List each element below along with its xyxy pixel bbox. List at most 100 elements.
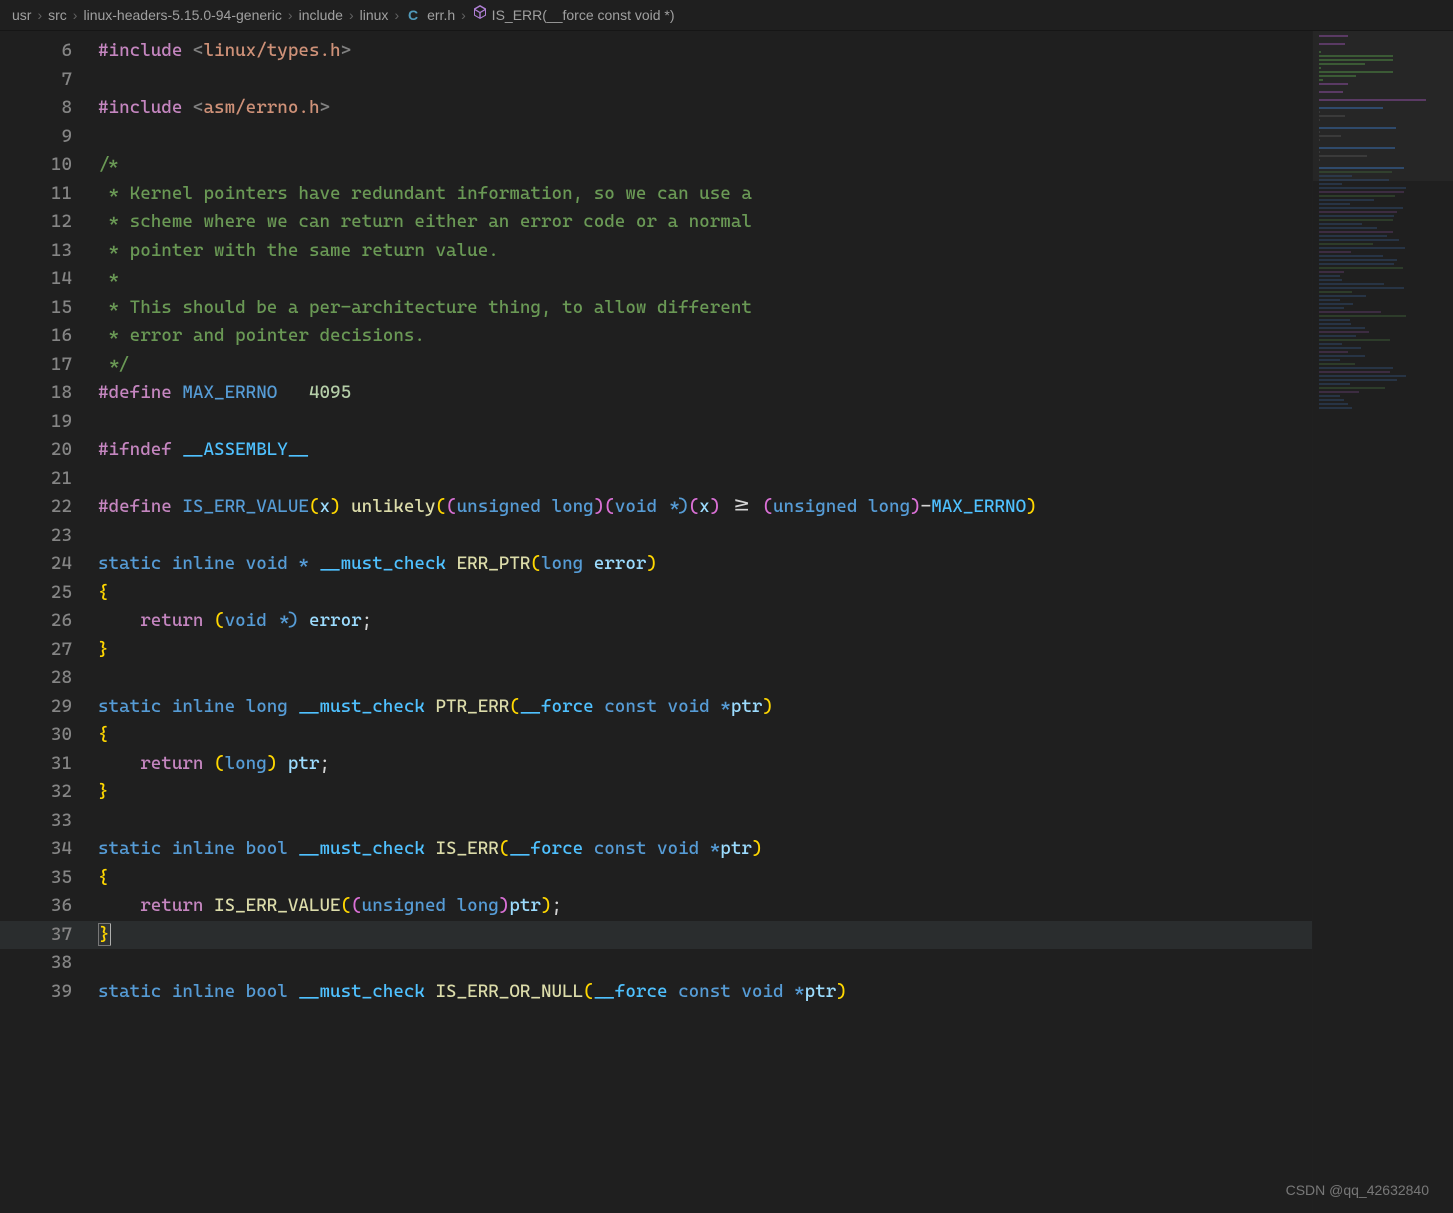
code-line[interactable]: 21: [0, 465, 1312, 494]
code-line[interactable]: 34static inline bool __must_check IS_ERR…: [0, 835, 1312, 864]
line-number[interactable]: 24: [0, 550, 98, 579]
line-number[interactable]: 28: [0, 664, 98, 693]
breadcrumb-item-folder[interactable]: linux-headers-5.15.0-94-generic: [83, 1, 281, 30]
line-number[interactable]: 37: [0, 921, 98, 950]
code-line[interactable]: 16 * error and pointer decisions.: [0, 322, 1312, 351]
code-line[interactable]: 35{: [0, 864, 1312, 893]
code-line[interactable]: 18#define MAX_ERRNO 4095: [0, 379, 1312, 408]
code-editor[interactable]: 6#include <linux/types.h>78#include <asm…: [0, 31, 1312, 1213]
code-line[interactable]: 6#include <linux/types.h>: [0, 37, 1312, 66]
line-number[interactable]: 39: [0, 978, 98, 1007]
code-content[interactable]: {: [98, 579, 1312, 608]
code-content[interactable]: * pointer with the same return value.: [98, 237, 1312, 266]
code-line[interactable]: 11 * Kernel pointers have redundant info…: [0, 180, 1312, 209]
breadcrumb-item-file[interactable]: Cerr.h: [405, 1, 455, 30]
code-content[interactable]: return (long) ptr;: [98, 750, 1312, 779]
code-content[interactable]: */: [98, 351, 1312, 380]
line-number[interactable]: 23: [0, 522, 98, 551]
line-number[interactable]: 16: [0, 322, 98, 351]
code-line[interactable]: 22#define IS_ERR_VALUE(x) unlikely((unsi…: [0, 493, 1312, 522]
code-line[interactable]: 19: [0, 408, 1312, 437]
code-line[interactable]: 28: [0, 664, 1312, 693]
line-number[interactable]: 18: [0, 379, 98, 408]
code-line[interactable]: 7: [0, 66, 1312, 95]
line-number[interactable]: 11: [0, 180, 98, 209]
line-number[interactable]: 7: [0, 66, 98, 95]
code-content[interactable]: [98, 123, 1312, 152]
code-content[interactable]: [98, 664, 1312, 693]
line-number[interactable]: 17: [0, 351, 98, 380]
code-line[interactable]: 23: [0, 522, 1312, 551]
line-number[interactable]: 14: [0, 265, 98, 294]
code-content[interactable]: static inline bool __must_check IS_ERR(_…: [98, 835, 1312, 864]
line-number[interactable]: 22: [0, 493, 98, 522]
breadcrumb-item-function[interactable]: IS_ERR(__force const void *): [472, 1, 675, 30]
line-number[interactable]: 26: [0, 607, 98, 636]
code-line[interactable]: 8#include <asm/errno.h>: [0, 94, 1312, 123]
line-number[interactable]: 21: [0, 465, 98, 494]
line-number[interactable]: 31: [0, 750, 98, 779]
code-line[interactable]: 32}: [0, 778, 1312, 807]
line-number[interactable]: 33: [0, 807, 98, 836]
code-content[interactable]: return (void *) error;: [98, 607, 1312, 636]
code-content[interactable]: [98, 949, 1312, 978]
code-content[interactable]: [98, 408, 1312, 437]
code-content[interactable]: * scheme where we can return either an e…: [98, 208, 1312, 237]
code-content[interactable]: }: [98, 636, 1312, 665]
code-content[interactable]: [98, 522, 1312, 551]
line-number[interactable]: 25: [0, 579, 98, 608]
code-content[interactable]: #define IS_ERR_VALUE(x) unlikely((unsign…: [98, 493, 1312, 522]
code-line[interactable]: 15 * This should be a per-architecture t…: [0, 294, 1312, 323]
code-line[interactable]: 14 *: [0, 265, 1312, 294]
code-line[interactable]: 29static inline long __must_check PTR_ER…: [0, 693, 1312, 722]
code-line[interactable]: 33: [0, 807, 1312, 836]
line-number[interactable]: 32: [0, 778, 98, 807]
line-number[interactable]: 20: [0, 436, 98, 465]
code-line[interactable]: 24static inline void * __must_check ERR_…: [0, 550, 1312, 579]
code-content[interactable]: #include <asm/errno.h>: [98, 94, 1312, 123]
line-number[interactable]: 29: [0, 693, 98, 722]
line-number[interactable]: 38: [0, 949, 98, 978]
code-content[interactable]: [98, 465, 1312, 494]
code-line[interactable]: 9: [0, 123, 1312, 152]
code-content[interactable]: [98, 807, 1312, 836]
code-content[interactable]: /*: [98, 151, 1312, 180]
code-content[interactable]: {: [98, 721, 1312, 750]
line-number[interactable]: 27: [0, 636, 98, 665]
code-line[interactable]: 17 */: [0, 351, 1312, 380]
line-number[interactable]: 35: [0, 864, 98, 893]
line-number[interactable]: 15: [0, 294, 98, 323]
code-content[interactable]: [98, 66, 1312, 95]
code-content[interactable]: static inline long __must_check PTR_ERR(…: [98, 693, 1312, 722]
line-number[interactable]: 8: [0, 94, 98, 123]
line-number[interactable]: 6: [0, 37, 98, 66]
code-content[interactable]: *: [98, 265, 1312, 294]
code-line[interactable]: 13 * pointer with the same return value.: [0, 237, 1312, 266]
line-number[interactable]: 13: [0, 237, 98, 266]
code-line[interactable]: 36 return IS_ERR_VALUE((unsigned long)pt…: [0, 892, 1312, 921]
line-number[interactable]: 9: [0, 123, 98, 152]
minimap[interactable]: [1312, 31, 1453, 1213]
breadcrumb[interactable]: usr›src›linux-headers-5.15.0-94-generic›…: [0, 0, 1453, 31]
code-content[interactable]: * This should be a per-architecture thin…: [98, 294, 1312, 323]
line-number[interactable]: 12: [0, 208, 98, 237]
code-content[interactable]: static inline void * __must_check ERR_PT…: [98, 550, 1312, 579]
code-line[interactable]: 20#ifndef __ASSEMBLY__: [0, 436, 1312, 465]
code-content[interactable]: * Kernel pointers have redundant informa…: [98, 180, 1312, 209]
code-line[interactable]: 31 return (long) ptr;: [0, 750, 1312, 779]
code-line[interactable]: 12 * scheme where we can return either a…: [0, 208, 1312, 237]
code-content[interactable]: }: [98, 921, 1312, 950]
code-line[interactable]: 30{: [0, 721, 1312, 750]
breadcrumb-item-folder[interactable]: usr: [12, 1, 31, 30]
code-content[interactable]: * error and pointer decisions.: [98, 322, 1312, 351]
code-content[interactable]: #define MAX_ERRNO 4095: [98, 379, 1312, 408]
line-number[interactable]: 19: [0, 408, 98, 437]
line-number[interactable]: 30: [0, 721, 98, 750]
code-line[interactable]: 39static inline bool __must_check IS_ERR…: [0, 978, 1312, 1007]
line-number[interactable]: 36: [0, 892, 98, 921]
breadcrumb-item-folder[interactable]: include: [299, 1, 343, 30]
breadcrumb-item-folder[interactable]: src: [48, 1, 67, 30]
code-content[interactable]: return IS_ERR_VALUE((unsigned long)ptr);: [98, 892, 1312, 921]
code-content[interactable]: #ifndef __ASSEMBLY__: [98, 436, 1312, 465]
code-line[interactable]: 38: [0, 949, 1312, 978]
